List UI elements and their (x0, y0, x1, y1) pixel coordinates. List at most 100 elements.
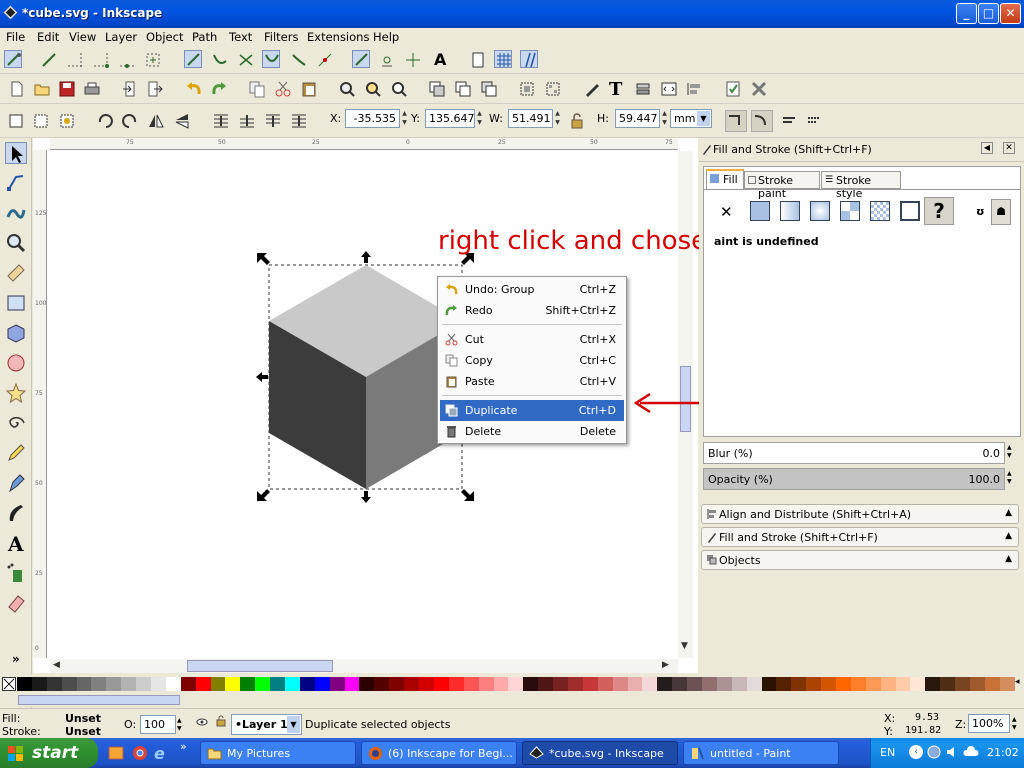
quicklaunch-folder-icon[interactable] (108, 745, 124, 761)
quicklaunch-chrome-icon[interactable] (132, 745, 148, 761)
task-firefox[interactable]: (6) Inkscape for Begi... (361, 741, 517, 765)
snap-page-border-icon[interactable] (469, 51, 487, 69)
color-swatch[interactable] (195, 677, 211, 691)
color-swatch[interactable] (582, 677, 598, 691)
h-spinner[interactable]: ▲ ▼ (660, 109, 669, 128)
scale-stroke-icon[interactable] (725, 110, 747, 132)
flip-vertical-icon[interactable] (173, 112, 191, 130)
color-swatch[interactable] (493, 677, 509, 691)
lock-ratio-icon[interactable] (568, 112, 583, 130)
flat-color-icon[interactable] (750, 201, 770, 221)
zoom-input[interactable]: 100% (968, 714, 1010, 733)
color-swatch[interactable] (285, 677, 300, 691)
cut-toolbar-icon[interactable] (274, 80, 292, 98)
snap-object-centers-icon[interactable] (352, 50, 370, 68)
unit-select[interactable]: mm ▼ (670, 109, 712, 128)
color-swatch[interactable] (910, 677, 926, 691)
color-swatch[interactable] (776, 677, 792, 691)
color-swatch[interactable] (523, 677, 539, 691)
color-swatch[interactable] (642, 677, 658, 691)
color-swatch[interactable] (865, 677, 881, 691)
group-icon[interactable] (518, 80, 536, 98)
scale-handle-sw[interactable] (257, 489, 270, 501)
color-swatch[interactable] (850, 677, 866, 691)
tray-volume-icon[interactable] (945, 745, 959, 759)
dock-iconify-icon[interactable]: ◀ (981, 142, 993, 154)
node-tool-icon[interactable] (5, 172, 27, 194)
color-swatch[interactable] (225, 677, 241, 691)
color-swatch[interactable] (925, 677, 941, 691)
save-icon[interactable] (58, 80, 76, 98)
move-gradients-icon[interactable] (780, 112, 798, 130)
menu-edit[interactable]: Edit (37, 30, 59, 44)
unset-paint-icon[interactable] (900, 201, 920, 221)
menu-object[interactable]: Object (146, 30, 183, 44)
snap-rotation-center-icon[interactable] (378, 51, 396, 69)
color-palette[interactable]: ◂ (0, 675, 1024, 693)
color-swatch[interactable] (553, 677, 568, 691)
snap-text-baseline-icon[interactable] (404, 51, 422, 69)
snap-bbox-edge-icon[interactable] (66, 51, 84, 69)
scale-handle-nw[interactable] (257, 253, 270, 265)
no-paint-icon[interactable]: ✕ (720, 203, 733, 221)
color-swatch[interactable] (597, 677, 613, 691)
color-swatch[interactable] (389, 677, 405, 691)
opacity-status-input[interactable]: 100 (140, 715, 176, 734)
task-my-pictures[interactable]: My Pictures (200, 741, 356, 765)
snap-grid-icon[interactable] (494, 50, 512, 68)
rotate-cw-icon[interactable] (121, 112, 139, 130)
measure-tool-icon[interactable] (5, 262, 27, 284)
palette-scrollbar[interactable] (0, 693, 1024, 707)
menu-path[interactable]: Path (192, 30, 217, 44)
expand-icon[interactable]: ▲ (1005, 508, 1012, 518)
maximize-button[interactable]: □ (978, 3, 999, 24)
task-inkscape[interactable]: *cube.svg - Inkscape (522, 741, 678, 765)
tab-stroke-style[interactable]: ☰ Stroke style (821, 171, 901, 200)
tray-back-icon[interactable]: ‹ (909, 745, 923, 759)
w-spinner[interactable]: ▲ ▼ (553, 109, 562, 128)
zoom-page-icon[interactable] (390, 80, 408, 98)
y-input[interactable]: 135.647 (425, 109, 475, 128)
scale-corners-icon[interactable] (751, 110, 773, 132)
minimize-button[interactable]: _ (956, 3, 977, 24)
opacity-spinner[interactable]: ▲ ▼ (1007, 470, 1012, 486)
tray-network-icon[interactable] (927, 745, 941, 759)
horizontal-scroll-thumb[interactable] (187, 660, 333, 672)
task-paint[interactable]: untitled - Paint (683, 741, 839, 765)
quicklaunch-more-icon[interactable]: » (180, 740, 187, 753)
pattern-icon[interactable] (840, 201, 860, 221)
layer-visibility-icon[interactable] (196, 716, 208, 728)
start-button[interactable]: start (0, 738, 98, 768)
flip-horizontal-icon[interactable] (147, 112, 165, 130)
color-swatch[interactable] (448, 677, 464, 691)
print-icon[interactable] (83, 80, 101, 98)
star-tool-icon[interactable] (5, 382, 27, 404)
lower-to-bottom-icon[interactable] (290, 112, 308, 130)
w-input[interactable]: 51.491 (508, 109, 553, 128)
color-swatch[interactable] (180, 677, 196, 691)
fill-rule-evenodd-icon[interactable]: ʊ (976, 205, 985, 218)
calligraphy-tool-icon[interactable] (5, 502, 27, 524)
text-tool-icon[interactable]: A (5, 532, 27, 556)
color-swatch[interactable] (17, 677, 32, 691)
snap-text-icon[interactable]: A (432, 50, 450, 69)
color-swatch[interactable] (567, 677, 583, 691)
x-spinner[interactable]: ▲ ▼ (400, 109, 409, 128)
color-swatch[interactable] (121, 677, 137, 691)
horizontal-scrollbar[interactable]: ◀ ▶ (50, 659, 678, 673)
color-swatch[interactable] (314, 677, 330, 691)
align-dialog-icon[interactable] (686, 80, 704, 98)
color-swatch[interactable] (31, 677, 47, 691)
menu-extensions[interactable]: Extensions (307, 30, 369, 44)
selector-tool-icon[interactable] (5, 142, 27, 164)
zoom-drawing-icon[interactable] (364, 80, 382, 98)
clone-icon[interactable] (454, 80, 472, 98)
preferences-icon[interactable] (750, 80, 768, 98)
scale-handle-n[interactable] (361, 251, 371, 263)
color-swatch[interactable] (716, 677, 732, 691)
menu-filters[interactable]: Filters (264, 30, 298, 44)
zoom-tool-icon[interactable] (5, 232, 27, 254)
dock-align-distribute[interactable]: Align and Distribute (Shift+Ctrl+A) ▲ (701, 504, 1019, 524)
y-spinner[interactable]: ▲ ▼ (475, 109, 484, 128)
color-swatch[interactable] (463, 677, 479, 691)
